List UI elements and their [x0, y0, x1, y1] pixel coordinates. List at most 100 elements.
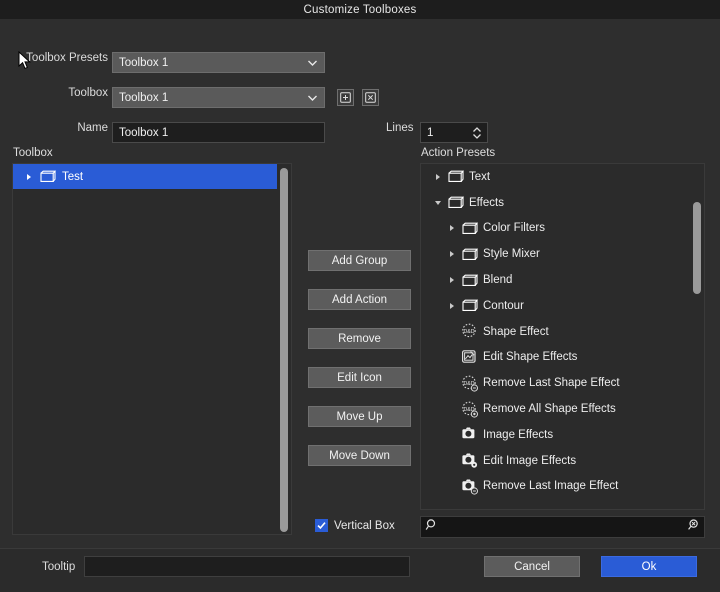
- folder-icon: [444, 163, 467, 164]
- action-presets-item-label: Blend: [483, 274, 512, 286]
- action-presets-item[interactable]: D&DRemove All Shape Effects: [421, 396, 692, 422]
- lines-row: Lines: [386, 122, 414, 134]
- vertical-box-label: Vertical Box: [334, 520, 395, 532]
- toolbox-label: Toolbox: [24, 87, 108, 99]
- presets-scrollbar-thumb[interactable]: [693, 202, 701, 294]
- toolbox-tree[interactable]: Test: [12, 163, 292, 535]
- form-area: Toolbox Presets Toolbox 1 Toolbox Toolbo…: [0, 19, 720, 135]
- toolbox-scrollbar[interactable]: [277, 164, 291, 534]
- svg-text:D&D: D&D: [464, 329, 475, 335]
- lines-stepper[interactable]: 1: [420, 122, 488, 143]
- toolbox-presets-label: Toolbox Presets: [24, 52, 108, 64]
- action-presets-item[interactable]: Style Mixer: [421, 241, 692, 267]
- chevron-down-icon[interactable]: [431, 199, 444, 207]
- action-presets-tree[interactable]: Text Effects Color Filters Style Mixer Blend…: [420, 163, 705, 510]
- lines-label: Lines: [386, 122, 414, 134]
- tooltip-input[interactable]: [84, 556, 410, 577]
- action-presets-item[interactable]: Color Filters: [421, 216, 692, 242]
- folder-icon: [444, 170, 467, 183]
- action-presets-item-label: Edit Image Effects: [483, 455, 576, 467]
- folder-icon: [444, 196, 467, 209]
- chevron-right-icon[interactable]: [445, 276, 458, 284]
- mouse-cursor: [18, 51, 32, 71]
- toolbox-dropdown[interactable]: Toolbox 1: [112, 87, 325, 108]
- move-up-button[interactable]: Move Up: [308, 406, 411, 427]
- edit-image-effects-icon: [458, 452, 481, 469]
- cancel-button[interactable]: Cancel: [484, 556, 580, 577]
- action-presets-item[interactable]: Contour: [421, 293, 692, 319]
- toolbox-presets-row: Toolbox Presets: [24, 52, 108, 64]
- remove-button[interactable]: Remove: [308, 328, 411, 349]
- action-presets-item-label: Shape Effect: [483, 326, 549, 338]
- toolbox-tree-item-test[interactable]: Test: [13, 164, 291, 189]
- move-down-button[interactable]: Move Down: [308, 445, 411, 466]
- add-toolbox-button[interactable]: [337, 89, 354, 106]
- tooltip-label: Tooltip: [42, 561, 75, 573]
- action-presets-item-label: Style Mixer: [483, 248, 540, 260]
- vertical-box-checkbox[interactable]: Vertical Box: [315, 519, 395, 532]
- action-presets-item-label: Contour: [483, 300, 524, 312]
- name-label: Name: [24, 122, 108, 134]
- action-presets-item[interactable]: Effects: [421, 190, 692, 216]
- magnifier-cancel-icon[interactable]: [686, 518, 700, 537]
- action-presets-item-label: Remove Last Image Effect: [483, 480, 618, 492]
- toolbox-presets-dropdown[interactable]: Toolbox 1: [112, 52, 325, 73]
- toolbox-row: Toolbox: [24, 87, 108, 99]
- action-presets-item-label: Remove Last Shape Effect: [483, 377, 620, 389]
- toolbox-value: Toolbox 1: [119, 92, 168, 104]
- name-row: Name: [24, 122, 108, 134]
- magnifier-icon: [425, 518, 439, 537]
- lines-value: 1: [427, 127, 433, 139]
- action-presets-item[interactable]: Edit Shape Effects: [421, 345, 692, 371]
- edit-icon-button[interactable]: Edit Icon: [308, 367, 411, 388]
- name-value: Toolbox 1: [119, 127, 168, 139]
- remove-last-shape-effect-icon: D&D: [458, 375, 481, 392]
- folder-icon: [458, 248, 481, 261]
- chevron-right-icon[interactable]: [445, 302, 458, 310]
- chevron-right-icon[interactable]: [445, 224, 458, 232]
- action-presets-item[interactable]: D&D Shape Effect: [421, 319, 692, 345]
- search-bar[interactable]: [420, 516, 705, 538]
- toolbox-scrollbar-thumb[interactable]: [280, 168, 288, 532]
- action-presets-item[interactable]: Edit Image Effects: [421, 448, 692, 474]
- action-presets-item-label: Effects: [469, 197, 504, 209]
- plus-box-icon: [340, 92, 351, 103]
- ok-button[interactable]: Ok: [601, 556, 697, 577]
- toolbox-tree-item-label: Test: [62, 171, 83, 183]
- toolbox-caption: Toolbox: [13, 147, 53, 159]
- action-presets-item[interactable]: D&DRemove Last Shape Effect: [421, 370, 692, 396]
- shape-effect-icon: D&D: [458, 323, 481, 340]
- presets-scrollbar[interactable]: [690, 164, 704, 509]
- checkbox-check-icon[interactable]: [315, 519, 328, 532]
- action-presets-item-label: Image Effects: [483, 429, 553, 441]
- action-presets-item[interactable]: Remove Last Image Effect: [421, 474, 692, 500]
- name-input[interactable]: Toolbox 1: [112, 122, 325, 143]
- action-presets-item[interactable]: Image Effects: [421, 422, 692, 448]
- action-buttons-column: Add Group Add Action Remove Edit Icon Mo…: [308, 250, 411, 484]
- window-title: Customize Toolboxes: [304, 4, 417, 16]
- customize-toolboxes-dialog: Customize Toolboxes Toolbox Presets Tool…: [0, 0, 720, 592]
- folder-icon: [458, 274, 481, 287]
- chevron-right-icon[interactable]: [431, 173, 444, 181]
- delete-toolbox-button[interactable]: [362, 89, 379, 106]
- folder-icon: [458, 222, 481, 235]
- action-presets-item-label: Remove All Shape Effects: [483, 403, 616, 415]
- action-presets-caption: Action Presets: [421, 147, 495, 159]
- add-group-button[interactable]: Add Group: [308, 250, 411, 271]
- chevron-down-icon: [307, 57, 318, 68]
- title-bar: Customize Toolboxes: [0, 0, 720, 19]
- delete-box-icon: [365, 92, 376, 103]
- edit-shape-effects-icon: [458, 349, 481, 366]
- remove-last-image-effect-icon: [458, 478, 481, 495]
- action-presets-item[interactable]: Blend: [421, 267, 692, 293]
- up-down-spinner-icon[interactable]: [471, 125, 483, 141]
- image-effects-icon: [458, 426, 481, 443]
- add-action-button[interactable]: Add Action: [308, 289, 411, 310]
- chevron-right-icon[interactable]: [445, 250, 458, 258]
- chevron-right-icon[interactable]: [25, 173, 37, 181]
- chevron-down-icon: [307, 92, 318, 103]
- action-presets-item-label: Text: [469, 171, 490, 183]
- action-presets-item[interactable]: Text: [421, 164, 692, 190]
- toolbox-presets-value: Toolbox 1: [119, 57, 168, 69]
- folder-icon: [37, 170, 59, 183]
